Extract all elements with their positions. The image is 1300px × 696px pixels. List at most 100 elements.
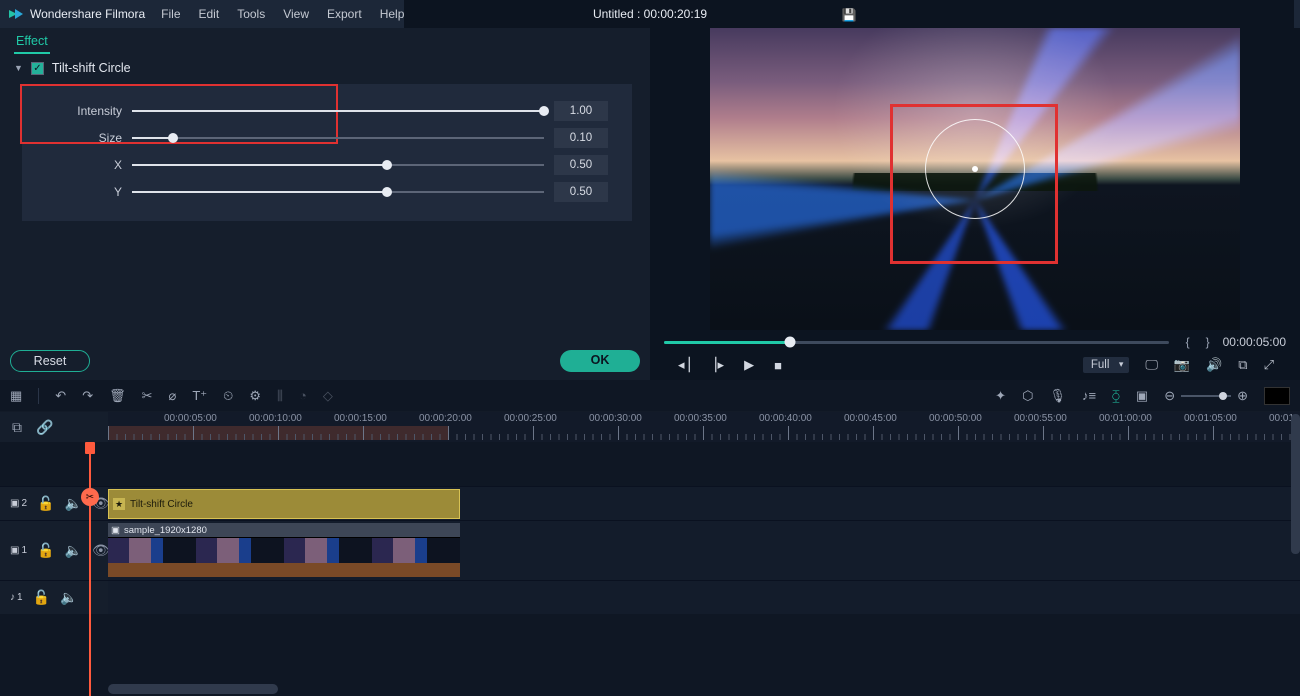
effect-star-icon: ★ bbox=[113, 498, 125, 510]
crop-icon[interactable]: ▣ bbox=[1136, 388, 1148, 404]
ruler-tick: 00:00:20:00 bbox=[419, 413, 472, 424]
fullscreen-icon[interactable]: ⤢ bbox=[1264, 357, 1274, 373]
delete-icon[interactable]: 🗑 bbox=[109, 388, 126, 404]
param-label-intensity: Intensity bbox=[46, 104, 122, 118]
ruler-tick: 00:00:45:00 bbox=[844, 413, 897, 424]
text-icon[interactable]: T⁺ bbox=[192, 388, 207, 404]
track-audio-label: ♪ 1 bbox=[10, 592, 23, 603]
value-intensity[interactable]: 1.00 bbox=[554, 101, 608, 121]
marker-icon[interactable]: ⬡ bbox=[1022, 388, 1033, 404]
mute-icon[interactable]: 🔈 bbox=[64, 495, 81, 512]
lock-icon[interactable]: 🔓 bbox=[37, 495, 54, 512]
voiceover-icon[interactable]: 🎙 bbox=[1049, 388, 1066, 404]
menu-view[interactable]: View bbox=[283, 7, 309, 21]
keyframe-icon[interactable]: ◇ bbox=[323, 388, 333, 404]
speed-icon[interactable]: ⏲ bbox=[223, 388, 233, 404]
zoom-in-icon[interactable]: ⊕ bbox=[1237, 388, 1248, 404]
slider-intensity[interactable] bbox=[132, 104, 544, 118]
vertical-scrollbar[interactable] bbox=[1291, 414, 1300, 554]
value-x[interactable]: 0.50 bbox=[554, 155, 608, 175]
play-icon[interactable]: ▶ bbox=[744, 357, 754, 373]
music-icon[interactable]: ♪≡ bbox=[1082, 388, 1096, 403]
slider-y[interactable] bbox=[132, 185, 544, 199]
visibility-icon[interactable]: 👁 bbox=[92, 542, 110, 559]
track-video-label: ▣ 1 bbox=[10, 545, 27, 556]
preview-pane: { } 00:00:05:00 ◂⎟ ⎟▸ ▶ ■ Full 🖵 📷 🔊 bbox=[650, 28, 1300, 380]
main-menu: File Edit Tools View Export Help bbox=[161, 7, 404, 21]
menu-edit[interactable]: Edit bbox=[199, 7, 220, 21]
parameters-group: Intensity 1.00 Size 0.10 X 0.50 Y 0.50 bbox=[22, 84, 632, 221]
magnet-icon[interactable]: ⧲ bbox=[1112, 388, 1120, 404]
ruler-tick: 00:00:30:00 bbox=[589, 413, 642, 424]
menu-file[interactable]: File bbox=[161, 7, 180, 21]
ruler-tick: 00:00:40:00 bbox=[759, 413, 812, 424]
param-label-y: Y bbox=[46, 185, 122, 199]
highlight-box-preview bbox=[890, 104, 1058, 264]
ruler-tick: 00:00:15:00 bbox=[334, 413, 387, 424]
save-icon[interactable]: 💾 bbox=[842, 8, 857, 22]
audio-eq-icon[interactable]: ⫼ bbox=[277, 388, 283, 404]
menu-export[interactable]: Export bbox=[327, 7, 362, 21]
horizontal-scrollbar[interactable] bbox=[108, 684, 1286, 694]
reset-button[interactable]: Reset bbox=[10, 350, 90, 372]
preview-thumbnail[interactable] bbox=[1264, 387, 1290, 405]
value-y[interactable]: 0.50 bbox=[554, 182, 608, 202]
display-icon[interactable]: 🖵 bbox=[1145, 357, 1158, 373]
title-bar: Wondershare Filmora File Edit Tools View… bbox=[0, 0, 1300, 28]
section-title: Tilt-shift Circle bbox=[52, 61, 131, 75]
preview-viewport[interactable] bbox=[710, 28, 1240, 330]
redo-icon[interactable]: ↷ bbox=[82, 388, 93, 404]
ruler-tick: 00:01:00:00 bbox=[1099, 413, 1152, 424]
stop-icon[interactable]: ■ bbox=[774, 357, 782, 373]
app-name: Wondershare Filmora bbox=[30, 7, 145, 21]
razor-icon[interactable]: ✂ bbox=[81, 488, 99, 506]
playhead[interactable]: ✂ bbox=[89, 442, 91, 696]
volume-icon[interactable]: 🔊 bbox=[1206, 357, 1222, 373]
ruler-tick: 00:00:55:00 bbox=[1014, 413, 1067, 424]
zoom-slider[interactable] bbox=[1181, 395, 1231, 397]
playback-slider[interactable]: { } 00:00:05:00 bbox=[664, 334, 1286, 350]
collapse-icon[interactable]: ▼ bbox=[14, 63, 23, 73]
menu-help[interactable]: Help bbox=[380, 7, 405, 21]
slider-size[interactable] bbox=[132, 131, 544, 145]
mark-out-icon[interactable]: } bbox=[1203, 335, 1213, 349]
tracks-icon[interactable]: ⧉ bbox=[12, 419, 22, 436]
ruler-tick: 00:00:50:00 bbox=[929, 413, 982, 424]
section-header[interactable]: ▼ ✓ Tilt-shift Circle bbox=[0, 54, 650, 82]
value-size[interactable]: 0.10 bbox=[554, 128, 608, 148]
next-frame-icon[interactable]: ⎟▸ bbox=[711, 357, 724, 373]
mute-icon[interactable]: 🔈 bbox=[60, 589, 77, 606]
snapshot-icon[interactable]: 📷 bbox=[1174, 357, 1190, 373]
timeline-area: ▦ ↶ ↷ 🗑 ✂ ⌀ T⁺ ⏲ ⚙ ⫼ ◔ ◇ ✦ ⬡ 🎙 ♪≡ ⧲ ▣ ⊖ … bbox=[0, 380, 1300, 696]
effect-enable-checkbox[interactable]: ✓ bbox=[31, 62, 44, 75]
color-icon[interactable]: ◔ bbox=[299, 388, 307, 403]
lock-icon[interactable]: 🔓 bbox=[33, 589, 50, 606]
adjust-icon[interactable]: ⚙ bbox=[249, 388, 261, 404]
grid-icon[interactable]: ▦ bbox=[10, 388, 22, 404]
zoom-out-icon[interactable]: ⊖ bbox=[1164, 388, 1175, 404]
cut-icon[interactable]: ✂ bbox=[142, 388, 153, 404]
param-label-x: X bbox=[46, 158, 122, 172]
resolution-select[interactable]: Full bbox=[1083, 357, 1130, 373]
slider-x[interactable] bbox=[132, 158, 544, 172]
prev-frame-icon[interactable]: ◂⎟ bbox=[678, 357, 691, 373]
time-ruler[interactable]: 00:00:05:0000:00:10:0000:00:15:0000:00:2… bbox=[108, 412, 1300, 442]
preview-time: 00:00:05:00 bbox=[1223, 335, 1286, 349]
mixer-icon[interactable]: ✦ bbox=[995, 388, 1006, 404]
clip-video[interactable]: ▣ sample_1920x1280 bbox=[108, 523, 460, 577]
ruler-tick: 00:00:05:00 bbox=[164, 413, 217, 424]
clip-effect[interactable]: ★ Tilt-shift Circle bbox=[108, 489, 460, 519]
ruler-tick: 00:00:25:00 bbox=[504, 413, 557, 424]
pop-out-icon[interactable]: ⧉ bbox=[1238, 357, 1247, 373]
link-icon[interactable]: 🔗 bbox=[36, 419, 53, 436]
param-label-size: Size bbox=[46, 131, 122, 145]
tag-icon[interactable]: ⌀ bbox=[169, 388, 177, 404]
ok-button[interactable]: OK bbox=[560, 350, 640, 372]
mark-in-icon[interactable]: { bbox=[1183, 335, 1193, 349]
tab-effect[interactable]: Effect bbox=[14, 34, 50, 54]
menu-tools[interactable]: Tools bbox=[237, 7, 265, 21]
mute-icon[interactable]: 🔈 bbox=[64, 542, 81, 559]
undo-icon[interactable]: ↶ bbox=[55, 388, 66, 404]
tracks-container: ✂ ▣ 2 🔓 🔈 👁 ★ Tilt-shift Circle ▣ 1 🔓 � bbox=[0, 442, 1300, 696]
lock-icon[interactable]: 🔓 bbox=[37, 542, 54, 559]
